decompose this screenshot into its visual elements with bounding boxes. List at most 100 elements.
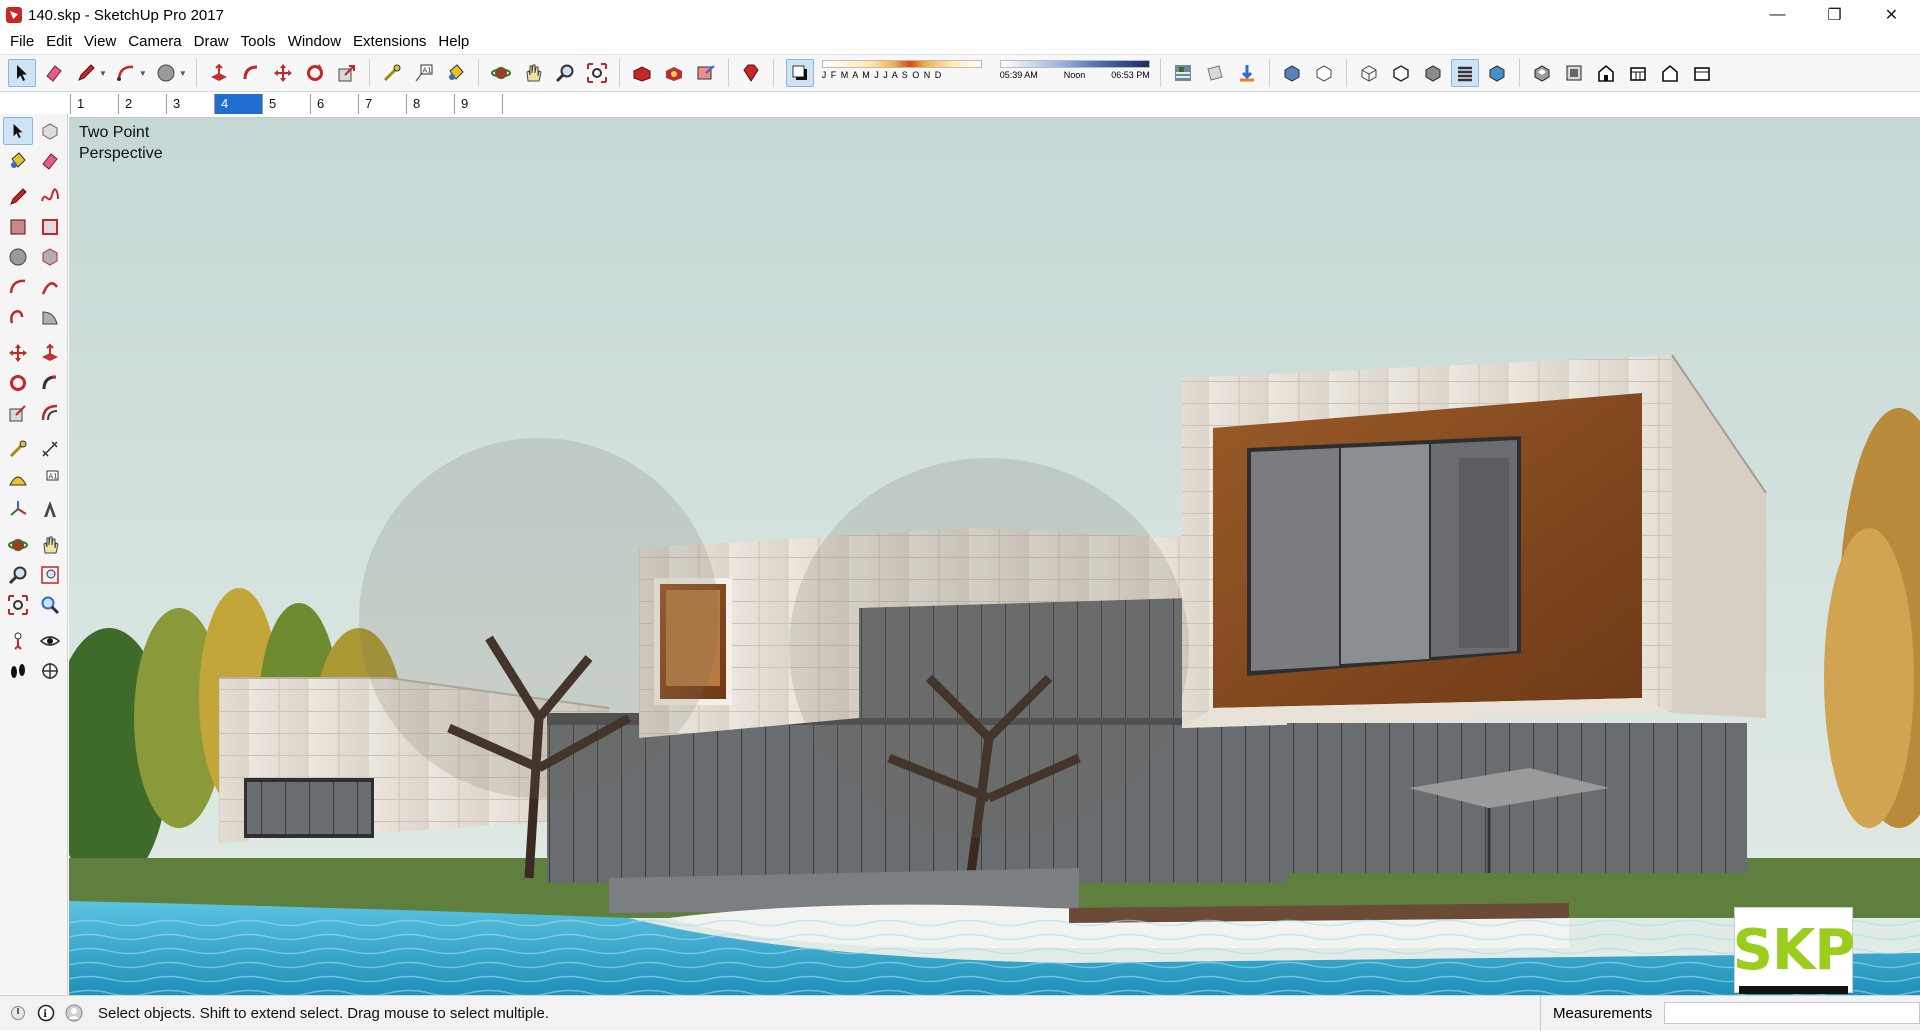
follow-me-tool[interactable] (35, 369, 65, 397)
back-edges-button[interactable] (1310, 59, 1338, 87)
shadows-toggle-button[interactable] (785, 59, 814, 87)
look-around-tool[interactable] (35, 627, 65, 655)
zoom-button[interactable] (551, 59, 579, 87)
paint-bucket-tool[interactable] (3, 147, 33, 175)
shadow-date-slider[interactable]: J F M A M J J A S O N D (821, 60, 982, 86)
paint-bucket-button[interactable] (442, 59, 470, 87)
front-view-button[interactable] (1592, 59, 1620, 87)
left-view-button[interactable] (1688, 59, 1716, 87)
pencil-tool-button[interactable] (72, 59, 100, 87)
top-view-button[interactable] (1560, 59, 1588, 87)
scene-tab[interactable]: 8 (406, 94, 454, 114)
menu-tools[interactable]: Tools (235, 30, 282, 54)
shaded-button[interactable] (1419, 59, 1447, 87)
scene-tab[interactable]: 5 (262, 94, 310, 114)
push-pull-button[interactable] (205, 59, 233, 87)
time-slider-track[interactable] (999, 60, 1150, 68)
zoom-window-tool[interactable] (35, 561, 65, 589)
model-viewport[interactable]: Two Point Perspective SKP (69, 117, 1920, 995)
dimension-tool[interactable] (35, 435, 65, 463)
restore-button[interactable]: ❐ (1806, 0, 1863, 30)
pan-button[interactable] (519, 59, 547, 87)
chevron-down-icon[interactable]: ▼ (139, 69, 147, 78)
geo-location-icon[interactable] (8, 1003, 28, 1023)
circle-tool[interactable] (3, 243, 33, 271)
scene-tab[interactable]: 6 (310, 94, 358, 114)
offset-tool[interactable] (35, 399, 65, 427)
rotate-tool[interactable] (3, 369, 33, 397)
move-tool[interactable] (3, 339, 33, 367)
menu-view[interactable]: View (78, 30, 122, 54)
rotated-rectangle-tool[interactable] (35, 213, 65, 241)
scene-tab[interactable]: 7 (358, 94, 406, 114)
arc-tool-button[interactable] (112, 59, 140, 87)
share-model-button[interactable] (692, 59, 720, 87)
move-button[interactable] (269, 59, 297, 87)
orbit-tool[interactable] (3, 531, 33, 559)
scene-tab[interactable]: 3 (166, 94, 214, 114)
menu-extensions[interactable]: Extensions (347, 30, 432, 54)
shadow-time-slider[interactable]: 05:39 AM Noon 06:53 PM (999, 60, 1150, 86)
scene-tab[interactable]: 2 (118, 94, 166, 114)
menu-file[interactable]: File (4, 30, 40, 54)
text-tool-button[interactable]: A1 (410, 59, 438, 87)
shaded-textures-button[interactable] (1450, 59, 1479, 87)
rotate-button[interactable] (301, 59, 329, 87)
text-tool[interactable]: A1 (35, 465, 65, 493)
pan-tool[interactable] (35, 531, 65, 559)
scale-tool[interactable] (3, 399, 33, 427)
polygon-tool[interactable] (35, 243, 65, 271)
zoom-tool[interactable] (3, 561, 33, 589)
pie-tool[interactable] (35, 303, 65, 331)
date-slider-track[interactable] (821, 60, 982, 68)
3d-warehouse-button[interactable] (628, 59, 656, 87)
walk-tool[interactable] (3, 657, 33, 685)
rectangle-tool[interactable] (3, 213, 33, 241)
zoom-extents-button[interactable] (583, 59, 611, 87)
eraser-tool-button[interactable] (40, 59, 68, 87)
scene-tab[interactable]: 1 (70, 94, 118, 114)
protractor-tool[interactable] (3, 465, 33, 493)
three-point-arc-tool[interactable] (3, 303, 33, 331)
select-tool[interactable] (3, 117, 33, 145)
monochrome-button[interactable] (1483, 59, 1511, 87)
ruby-console-button[interactable] (737, 59, 765, 87)
menu-edit[interactable]: Edit (40, 30, 78, 54)
extension-warehouse-button[interactable] (660, 59, 688, 87)
scale-button[interactable] (333, 59, 361, 87)
position-camera-tool[interactable] (3, 627, 33, 655)
measurements-input[interactable] (1664, 1002, 1920, 1024)
xray-button[interactable] (1278, 59, 1306, 87)
section-display-button[interactable] (1233, 59, 1261, 87)
menu-draw[interactable]: Draw (188, 30, 235, 54)
push-pull-tool[interactable] (35, 339, 65, 367)
previous-view-tool[interactable] (35, 591, 65, 619)
section-plane-button[interactable] (1201, 59, 1229, 87)
back-view-button[interactable] (1656, 59, 1684, 87)
tape-measure-tool[interactable] (3, 435, 33, 463)
line-tool[interactable] (3, 183, 33, 211)
menu-help[interactable]: Help (432, 30, 475, 54)
freehand-tool[interactable] (35, 183, 65, 211)
scene-tab-active[interactable]: 4 (214, 94, 262, 114)
user-account-icon[interactable] (64, 1003, 84, 1023)
follow-me-button[interactable] (237, 59, 265, 87)
hidden-line-button[interactable] (1387, 59, 1415, 87)
scene-tab[interactable]: 9 (454, 94, 502, 114)
tape-measure-button[interactable] (378, 59, 406, 87)
right-view-button[interactable] (1624, 59, 1652, 87)
axes-tool[interactable] (3, 495, 33, 523)
section-plane-tool[interactable] (35, 657, 65, 685)
orbit-button[interactable] (487, 59, 515, 87)
menu-camera[interactable]: Camera (122, 30, 187, 54)
two-point-arc-tool[interactable] (35, 273, 65, 301)
minimize-button[interactable]: — (1749, 0, 1806, 30)
fog-button[interactable] (1169, 59, 1197, 87)
zoom-extents-tool[interactable] (3, 591, 33, 619)
chevron-down-icon[interactable]: ▼ (99, 69, 107, 78)
select-tool-button[interactable] (8, 59, 36, 87)
close-button[interactable]: ✕ (1863, 0, 1920, 30)
eraser-tool[interactable] (35, 147, 65, 175)
chevron-down-icon[interactable]: ▼ (179, 69, 187, 78)
shapes-tool-button[interactable] (152, 59, 180, 87)
